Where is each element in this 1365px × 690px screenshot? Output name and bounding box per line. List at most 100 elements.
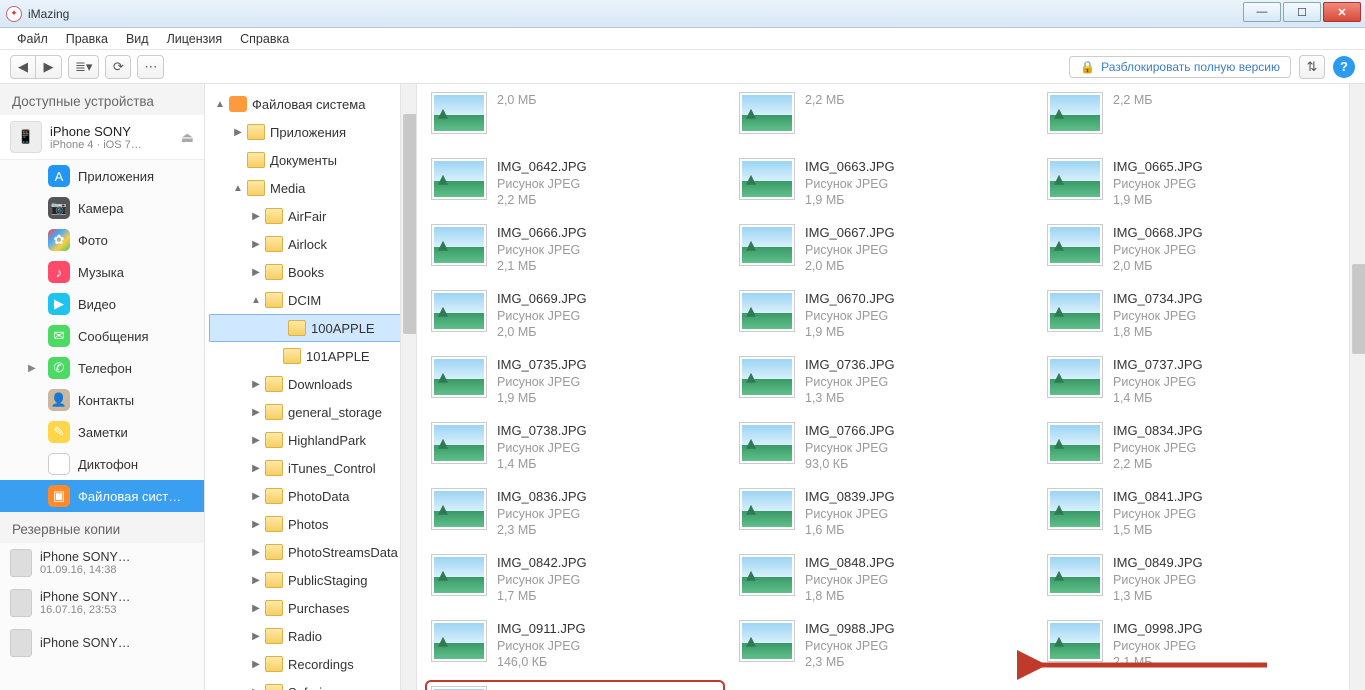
- file-item-21[interactable]: IMG_0842.JPGРисунок JPEG1,7 МБ: [431, 554, 719, 610]
- file-item-12[interactable]: IMG_0735.JPGРисунок JPEG1,9 МБ: [431, 356, 719, 412]
- sidebar-item-7[interactable]: 👤Контакты: [0, 384, 204, 416]
- menu-item-1[interactable]: Правка: [57, 32, 117, 46]
- tree-node-6[interactable]: ▲DCIM: [205, 286, 416, 314]
- help-button[interactable]: ?: [1333, 56, 1355, 78]
- file-size: 1,5 МБ: [1113, 522, 1203, 539]
- file-item-6[interactable]: IMG_0666.JPGРисунок JPEG2,1 МБ: [431, 224, 719, 280]
- file-size: 146,0 КБ: [497, 654, 586, 671]
- sync-button[interactable]: ⇅: [1299, 55, 1325, 79]
- nav-back-button[interactable]: ◀: [10, 55, 36, 79]
- file-item-11[interactable]: IMG_0734.JPGРисунок JPEG1,8 МБ: [1047, 290, 1335, 346]
- tree-node-15[interactable]: ▶PhotoStreamsData: [205, 538, 416, 566]
- file-item-15[interactable]: IMG_0738.JPGРисунок JPEG1,4 МБ: [431, 422, 719, 478]
- sidebar-item-5[interactable]: ✉Сообщения: [0, 320, 204, 352]
- file-name: IMG_0665.JPG: [1113, 158, 1203, 176]
- tree-node-0[interactable]: ▶Приложения: [205, 118, 416, 146]
- refresh-button[interactable]: ⟳: [105, 55, 131, 79]
- tree-node-13[interactable]: ▶PhotoData: [205, 482, 416, 510]
- content-scrollbar[interactable]: [1349, 84, 1365, 690]
- sidebar-item-icon: A: [48, 165, 70, 187]
- menu-item-2[interactable]: Вид: [117, 32, 158, 46]
- tree-node-19[interactable]: ▶Recordings: [205, 650, 416, 678]
- file-item-1[interactable]: Рисунок JPEG2,2 МБ: [739, 92, 1027, 148]
- file-item-8[interactable]: IMG_0668.JPGРисунок JPEG2,0 МБ: [1047, 224, 1335, 280]
- tree-node-18[interactable]: ▶Radio: [205, 622, 416, 650]
- tree-node-7[interactable]: 100APPLE: [209, 314, 412, 342]
- window-title: iMazing: [28, 7, 69, 21]
- window-maximize-button[interactable]: ☐: [1283, 2, 1321, 22]
- file-name: IMG_0663.JPG: [805, 158, 895, 176]
- file-item-19[interactable]: IMG_0839.JPGРисунок JPEG1,6 МБ: [739, 488, 1027, 544]
- tree-node-16[interactable]: ▶PublicStaging: [205, 566, 416, 594]
- tree-node-1[interactable]: Документы: [205, 146, 416, 174]
- tree-node-11[interactable]: ▶HighlandPark: [205, 426, 416, 454]
- tree-node-9[interactable]: ▶Downloads: [205, 370, 416, 398]
- sidebar-item-0[interactable]: AПриложения: [0, 160, 204, 192]
- unlock-full-version-button[interactable]: 🔒 Разблокировать полную версию: [1069, 56, 1291, 78]
- tree-node-14[interactable]: ▶Photos: [205, 510, 416, 538]
- window-minimize-button[interactable]: —: [1243, 2, 1281, 22]
- sidebar-item-1[interactable]: 📷Камера: [0, 192, 204, 224]
- file-item-10[interactable]: IMG_0670.JPGРисунок JPEG1,9 МБ: [739, 290, 1027, 346]
- tree-node-8[interactable]: 101APPLE: [205, 342, 416, 370]
- file-item-17[interactable]: IMG_0834.JPGРисунок JPEG2,2 МБ: [1047, 422, 1335, 478]
- menu-item-3[interactable]: Лицензия: [158, 32, 232, 46]
- file-item-4[interactable]: IMG_0663.JPGРисунок JPEG1,9 МБ: [739, 158, 1027, 214]
- window-close-button[interactable]: ✕: [1323, 2, 1361, 22]
- file-item-26[interactable]: IMG_0998.JPGРисунок JPEG2,1 МБ: [1047, 620, 1335, 676]
- menu-item-0[interactable]: Файл: [8, 32, 57, 46]
- file-item-22[interactable]: IMG_0848.JPGРисунок JPEG1,8 МБ: [739, 554, 1027, 610]
- tree-node-3[interactable]: ▶AirFair: [205, 202, 416, 230]
- file-item-2[interactable]: Рисунок JPEG2,2 МБ: [1047, 92, 1335, 148]
- eject-icon[interactable]: ⏏: [181, 129, 194, 146]
- options-button[interactable]: ⋯: [137, 55, 164, 79]
- sidebar-item-9[interactable]: ∿Диктофон: [0, 448, 204, 480]
- file-item-25[interactable]: IMG_0988.JPGРисунок JPEG2,3 МБ: [739, 620, 1027, 676]
- tree-scrollbar[interactable]: [400, 84, 416, 690]
- file-name: IMG_0670.JPG: [805, 290, 895, 308]
- tree-node-2[interactable]: ▲Media: [205, 174, 416, 202]
- sidebar-item-icon: ∿: [48, 453, 70, 475]
- file-item-7[interactable]: IMG_0667.JPGРисунок JPEG2,0 МБ: [739, 224, 1027, 280]
- menu-item-4[interactable]: Справка: [231, 32, 298, 46]
- file-item-0[interactable]: Рисунок JPEG2,0 МБ: [431, 92, 719, 148]
- file-type: Рисунок JPEG: [1113, 440, 1203, 457]
- device-header[interactable]: 📱 iPhone SONY iPhone 4 · iOS 7… ⏏: [0, 115, 204, 160]
- folder-icon: [265, 684, 283, 690]
- sidebar-item-4[interactable]: ▶Видео: [0, 288, 204, 320]
- tree-node-17[interactable]: ▶Purchases: [205, 594, 416, 622]
- sidebar-item-8[interactable]: ✎Заметки: [0, 416, 204, 448]
- view-mode-button[interactable]: ≣▾: [68, 55, 99, 79]
- file-item-13[interactable]: IMG_0736.JPGРисунок JPEG1,3 МБ: [739, 356, 1027, 412]
- tree-panel: ▲ Файловая система ▶ПриложенияДокументы▲…: [205, 84, 417, 690]
- folder-icon: [283, 348, 301, 364]
- sidebar-item-6[interactable]: ▶✆Телефон: [0, 352, 204, 384]
- tree-node-10[interactable]: ▶general_storage: [205, 398, 416, 426]
- file-item-16[interactable]: IMG_0766.JPGРисунок JPEG93,0 КБ: [739, 422, 1027, 478]
- tree-node-label: Airlock: [288, 237, 327, 252]
- file-item-23[interactable]: IMG_0849.JPGРисунок JPEG1,3 МБ: [1047, 554, 1335, 610]
- file-item-20[interactable]: IMG_0841.JPGРисунок JPEG1,5 МБ: [1047, 488, 1335, 544]
- backup-item-0[interactable]: iPhone SONY…01.09.16, 14:38: [0, 543, 204, 583]
- sidebar-item-icon: ✆: [48, 357, 70, 379]
- backup-item-1[interactable]: iPhone SONY…16.07.16, 23:53: [0, 583, 204, 623]
- backup-item-2[interactable]: iPhone SONY…: [0, 623, 204, 663]
- sidebar-item-2[interactable]: ✿Фото: [0, 224, 204, 256]
- sidebar-item-3[interactable]: ♪Музыка: [0, 256, 204, 288]
- backup-icon: [10, 589, 32, 617]
- sidebar-item-10[interactable]: ▣Файловая сист…: [0, 480, 204, 512]
- file-type: Рисунок JPEG: [497, 440, 587, 457]
- file-item-27[interactable]: IMG_0999.JPGРисунок JPEG2,1 МБ: [429, 684, 721, 690]
- tree-root[interactable]: ▲ Файловая система: [205, 90, 416, 118]
- file-item-18[interactable]: IMG_0836.JPGРисунок JPEG2,3 МБ: [431, 488, 719, 544]
- nav-forward-button[interactable]: ▶: [36, 55, 62, 79]
- file-item-5[interactable]: IMG_0665.JPGРисунок JPEG1,9 МБ: [1047, 158, 1335, 214]
- file-item-24[interactable]: IMG_0911.JPGРисунок JPEG146,0 КБ: [431, 620, 719, 676]
- tree-node-12[interactable]: ▶iTunes_Control: [205, 454, 416, 482]
- file-item-9[interactable]: IMG_0669.JPGРисунок JPEG2,0 МБ: [431, 290, 719, 346]
- tree-node-20[interactable]: ▶Safari: [205, 678, 416, 690]
- tree-node-4[interactable]: ▶Airlock: [205, 230, 416, 258]
- file-item-3[interactable]: IMG_0642.JPGРисунок JPEG2,2 МБ: [431, 158, 719, 214]
- tree-node-5[interactable]: ▶Books: [205, 258, 416, 286]
- file-item-14[interactable]: IMG_0737.JPGРисунок JPEG1,4 МБ: [1047, 356, 1335, 412]
